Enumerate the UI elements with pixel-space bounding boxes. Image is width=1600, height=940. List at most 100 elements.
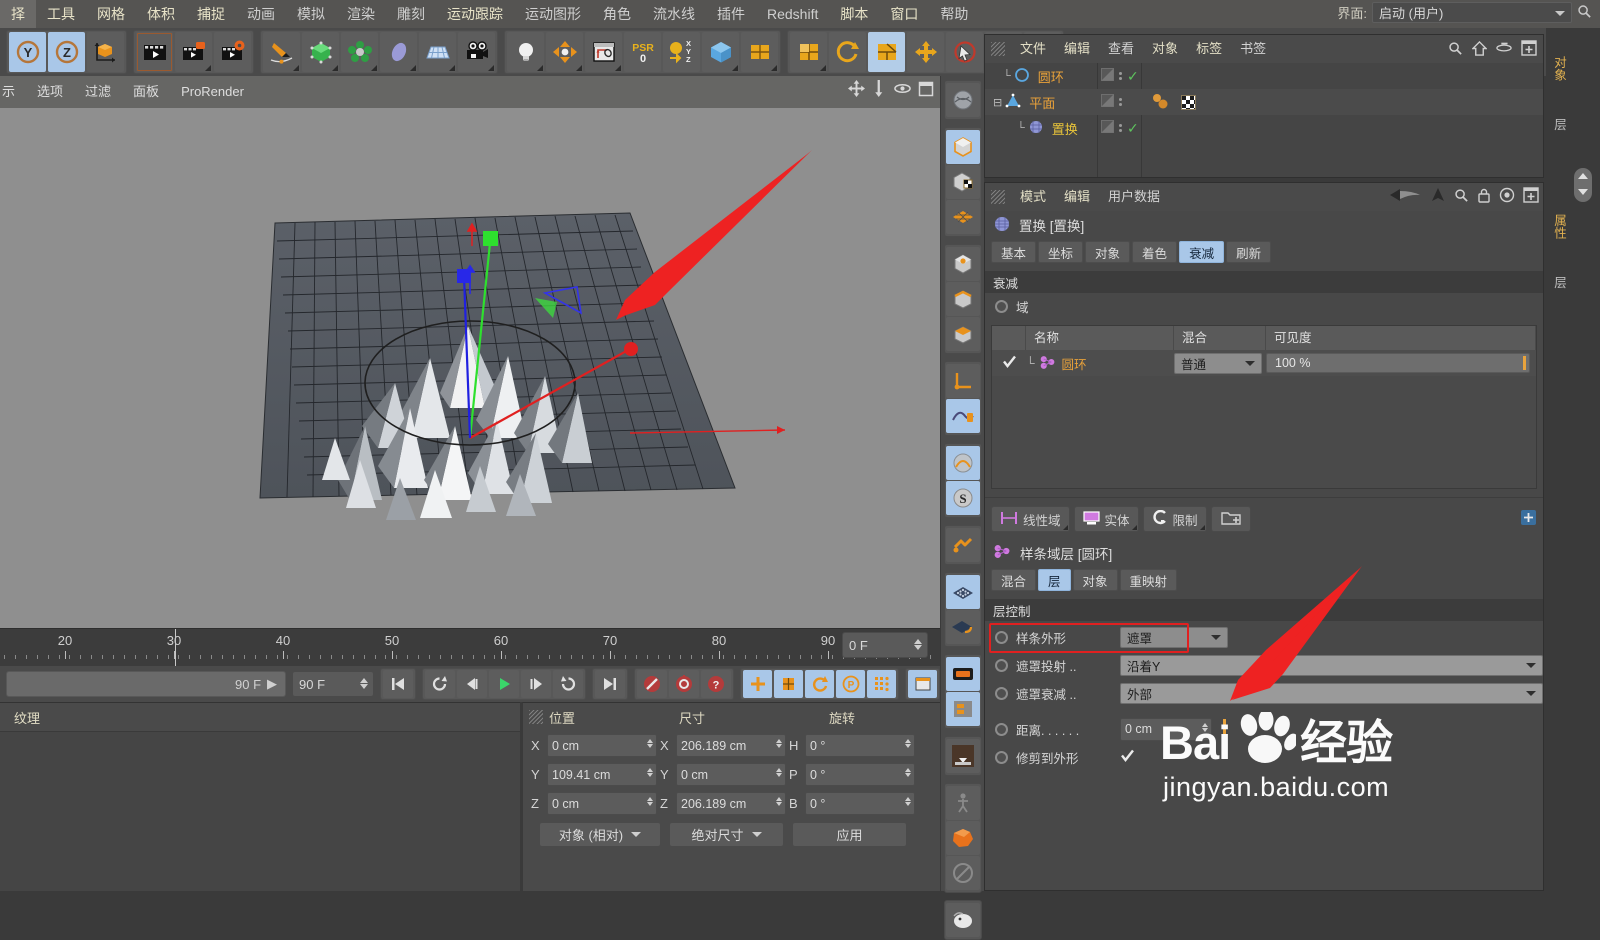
field-enable-checkbox[interactable] [1002, 354, 1017, 372]
autokey-button[interactable] [669, 670, 699, 698]
viewport-menu-item-2[interactable]: 过滤 [74, 76, 122, 108]
visibility-toggles-icon[interactable] [1119, 98, 1122, 106]
loop-button[interactable] [553, 670, 583, 698]
coord-size-field-1[interactable]: 0 cm [676, 763, 786, 786]
stepper-icon[interactable] [776, 768, 782, 777]
menu-item-5[interactable]: 动画 [236, 0, 286, 28]
dock-tab-layers-2[interactable]: 层 [1550, 268, 1572, 297]
enable-check-icon[interactable]: ✓ [1127, 68, 1139, 85]
property-dropdown-1[interactable]: 沿着Y [1120, 654, 1543, 676]
snap-settings-button[interactable]: S [945, 481, 980, 515]
coord-mode-dropdown[interactable]: 对象 (相对) [539, 822, 661, 847]
soft-selection-button[interactable] [945, 446, 980, 480]
panel-grip-icon[interactable] [991, 190, 1005, 204]
uv-points-button[interactable] [945, 575, 980, 609]
animation-range-slider[interactable]: 90 F ▶ [6, 671, 287, 697]
coord-size-field-0[interactable]: 206.189 cm [676, 734, 786, 757]
pin-target-icon[interactable] [1499, 187, 1515, 206]
tab-刷新[interactable]: 刷新 [1226, 241, 1272, 263]
keyframe-selection-button[interactable]: ? [701, 670, 731, 698]
menu-item-15[interactable]: 脚本 [829, 0, 879, 28]
orbit-icon[interactable] [894, 80, 911, 100]
stepper-icon[interactable] [905, 739, 911, 748]
timeline-settings-button[interactable] [908, 670, 937, 698]
stepper-icon[interactable] [1202, 722, 1208, 732]
deformer-button[interactable] [546, 32, 583, 72]
search-icon[interactable] [1454, 188, 1469, 206]
workplane-button[interactable] [945, 528, 980, 562]
object-manager-row[interactable]: ⊟ 平面 [985, 89, 1543, 115]
coord-rotation-field-1[interactable]: 0 ° [805, 763, 915, 786]
field-table-empty-area[interactable] [992, 376, 1536, 488]
history-up-icon[interactable] [1430, 187, 1446, 206]
coord-rotation-field-0[interactable]: 0 ° [805, 734, 915, 757]
stepper-icon[interactable] [647, 797, 653, 806]
distance-field[interactable]: 0 cm [1120, 717, 1212, 741]
attribute-manager-body[interactable]: 置换 [置换] 基本坐标对象着色衰减刷新 衰减 域 名称 混合 可见度 [985, 211, 1543, 890]
property-dropdown-2[interactable]: 外部 [1120, 682, 1543, 704]
pen-spline-button[interactable] [263, 32, 300, 72]
psr-reset-button[interactable]: PSR 0 [624, 32, 661, 72]
limit-field-button[interactable]: 限制 [1142, 506, 1207, 532]
stepper-icon[interactable] [776, 739, 782, 748]
layer-tab-对象[interactable]: 对象 [1072, 569, 1118, 591]
layer-manager-button[interactable] [945, 657, 980, 691]
stepper-icon[interactable] [360, 678, 368, 689]
pan-icon[interactable] [848, 80, 865, 100]
attribute-manager-menu-0[interactable]: 模式 [1011, 183, 1055, 211]
render-picture-viewer-button[interactable] [175, 32, 212, 72]
pla-key-toggle[interactable] [867, 670, 896, 698]
polygon-face-mode-button[interactable] [945, 317, 980, 351]
history-back-icon[interactable] [1388, 187, 1422, 206]
layer-tab-层[interactable]: 层 [1038, 569, 1071, 591]
zoom-icon[interactable] [872, 80, 887, 100]
field-panel-add-icon[interactable] [1520, 509, 1537, 529]
value-slider-handle[interactable] [1223, 719, 1226, 739]
spline-edit-button[interactable] [945, 399, 980, 433]
goto-start-button[interactable] [383, 670, 413, 698]
dock-tab-attributes[interactable]: 属性 [1550, 206, 1572, 247]
xyz-arrow-button[interactable]: XYZ [663, 32, 700, 72]
record-keyframe-button[interactable] [637, 670, 667, 698]
tab-着色[interactable]: 着色 [1132, 241, 1178, 263]
menu-item-7[interactable]: 渲染 [336, 0, 386, 28]
material-tag-icon[interactable] [1151, 92, 1173, 113]
object-manager-menu-0[interactable]: 文件 [1011, 35, 1055, 63]
enable-check-icon[interactable]: ✓ [1127, 120, 1139, 137]
camera-button[interactable] [458, 32, 495, 72]
search-icon[interactable] [1448, 41, 1463, 59]
stepper-icon[interactable] [905, 768, 911, 777]
model-mode-rail-button[interactable] [945, 130, 980, 164]
texture-tag-icon[interactable] [1181, 94, 1196, 110]
play-reverse-button[interactable] [457, 670, 487, 698]
play-button[interactable] [489, 670, 519, 698]
scale-key-toggle[interactable] [774, 670, 803, 698]
menu-item-17[interactable]: 帮助 [929, 0, 979, 28]
field-blend-dropdown[interactable]: 普通 [1174, 352, 1262, 374]
param-key-toggle[interactable]: P [836, 670, 865, 698]
tab-衰减[interactable]: 衰减 [1179, 241, 1225, 263]
stepper-icon[interactable] [905, 797, 911, 806]
spline-shape-dropdown[interactable]: 遮罩 [1120, 626, 1228, 648]
point-mode-button[interactable] [945, 247, 980, 281]
material-manager-body[interactable] [0, 731, 520, 891]
coord-position-field-0[interactable]: 0 cm [547, 734, 657, 757]
menu-item-4[interactable]: 捕捉 [186, 0, 236, 28]
property-radio-icon[interactable] [995, 686, 1008, 700]
dock-scroll-stepper[interactable] [1574, 168, 1592, 202]
object-manager-menu-5[interactable]: 书签 [1231, 35, 1275, 63]
live-select-button[interactable] [946, 32, 983, 72]
scene-environment-button[interactable] [585, 32, 622, 72]
coord-apply-button[interactable]: 应用 [792, 822, 907, 847]
timeline-ruler[interactable]: 20 30 40 50 60 70 80 90 0 F [0, 628, 940, 667]
layer-tab-重映射[interactable]: 重映射 [1119, 569, 1178, 591]
stepper-icon[interactable] [776, 797, 782, 806]
field-table-row[interactable]: └ 圆环 普通 100 % [992, 350, 1536, 376]
axis-y-toggle[interactable]: Y [9, 32, 46, 72]
menu-item-2[interactable]: 网格 [86, 0, 136, 28]
menu-item-11[interactable]: 角色 [592, 0, 642, 28]
property-radio-icon[interactable] [995, 722, 1008, 736]
menu-item-3[interactable]: 体积 [136, 0, 186, 28]
filter-icon[interactable] [1496, 42, 1512, 57]
import-button[interactable] [945, 739, 980, 773]
